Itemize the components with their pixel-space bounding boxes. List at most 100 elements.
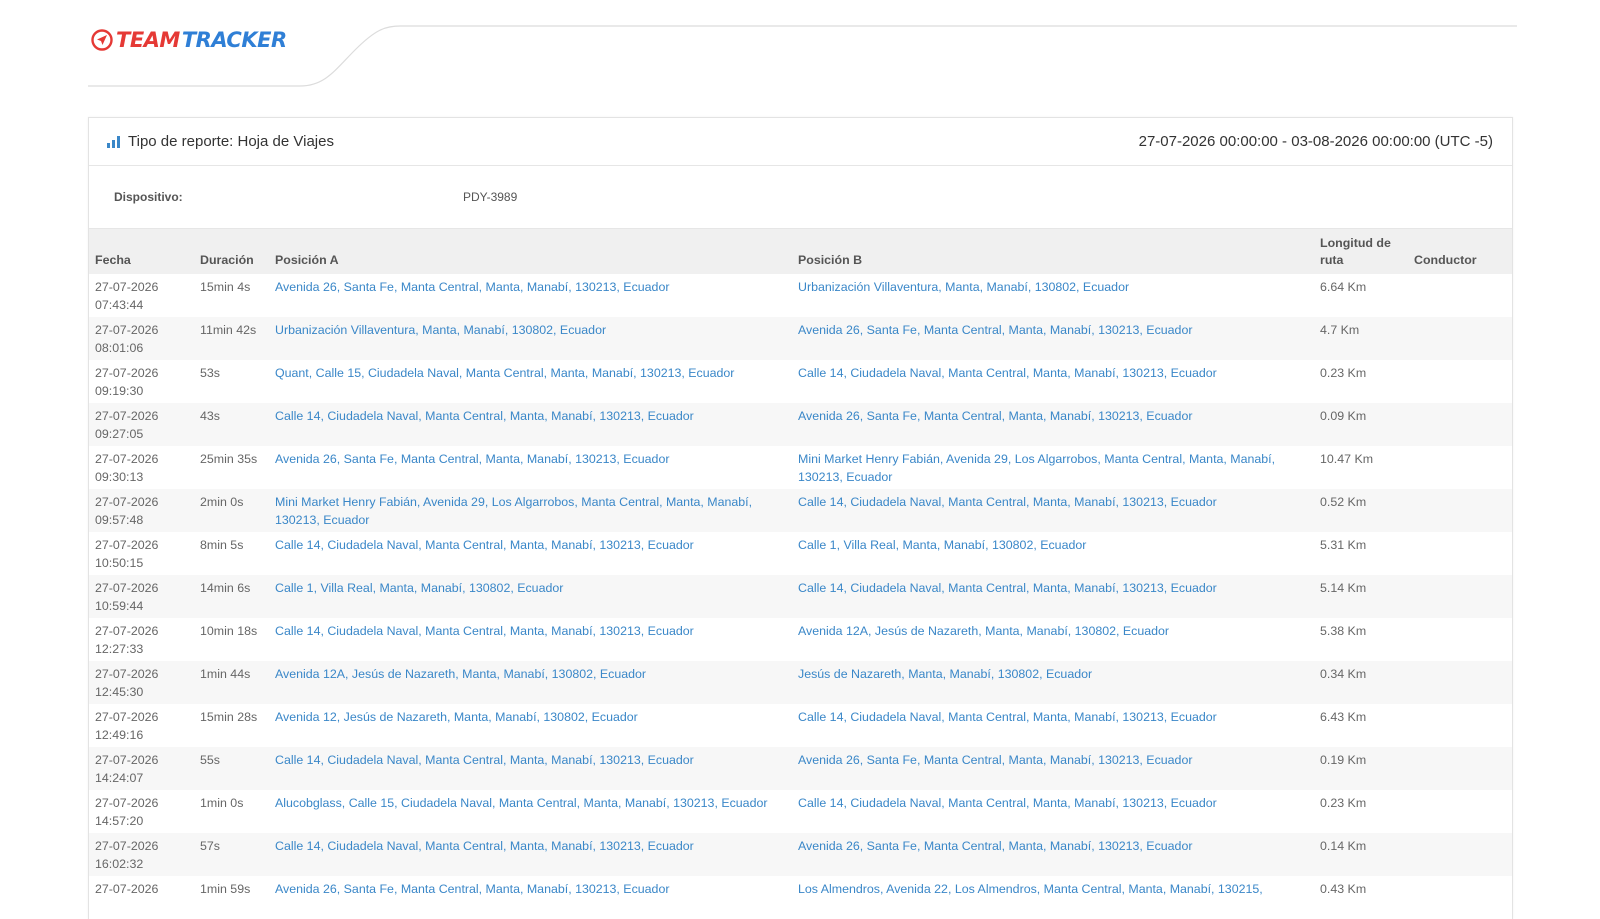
cell-posicion-b[interactable]: Calle 14, Ciudadela Naval, Manta Central… xyxy=(792,360,1314,403)
trips-table: Fecha Duración Posición A Posición B Lon… xyxy=(89,229,1512,919)
cell-time: 09:57:48 xyxy=(95,513,144,527)
cell-posicion-b[interactable]: Calle 14, Ciudadela Naval, Manta Central… xyxy=(792,704,1314,747)
cell-conductor xyxy=(1408,876,1512,919)
cell-posicion-a[interactable]: Calle 14, Ciudadela Naval, Manta Central… xyxy=(269,747,792,790)
cell-longitud: 4.7 Km xyxy=(1314,317,1408,360)
cell-posicion-a[interactable]: Calle 14, Ciudadela Naval, Manta Central… xyxy=(269,532,792,575)
cell-posicion-b[interactable]: Avenida 12A, Jesús de Nazareth, Manta, M… xyxy=(792,618,1314,661)
cell-posicion-b[interactable]: Jesús de Nazareth, Manta, Manabí, 130802… xyxy=(792,661,1314,704)
cell-fecha: 27-07-2026 08:01:06 xyxy=(89,317,194,360)
cell-date: 27-07-2026 xyxy=(95,624,159,638)
cell-posicion-a[interactable]: Avenida 26, Santa Fe, Manta Central, Man… xyxy=(269,274,792,317)
cell-duracion: 8min 5s xyxy=(200,538,244,552)
table-row: 27-07-2026 14:24:07 55s Calle 14, Ciudadela… xyxy=(89,747,1512,790)
cell-posicion-a[interactable]: Avenida 26, Santa Fe, Manta Central, Man… xyxy=(269,446,792,489)
cell-fecha: 27-07-2026 10:59:44 xyxy=(89,575,194,618)
col-longitud[interactable]: Longitud de ruta xyxy=(1314,229,1408,274)
cell-posicion-b[interactable]: Calle 14, Ciudadela Naval, Manta Central… xyxy=(792,489,1314,532)
cell-date: 27-07-2026 xyxy=(95,796,159,810)
cell-time: 14:24:07 xyxy=(95,771,144,785)
compass-icon xyxy=(91,29,113,51)
table-row: 27-07-2026 12:27:33 10min 18s Calle 14, Ciu… xyxy=(89,618,1512,661)
cell-time: 08:01:06 xyxy=(95,341,144,355)
cell-fecha: 27-07-2026 09:19:30 xyxy=(89,360,194,403)
cell-posicion-a[interactable]: Calle 14, Ciudadela Naval, Manta Central… xyxy=(269,618,792,661)
cell-conductor xyxy=(1408,489,1512,532)
cell-duracion: 25min 35s xyxy=(200,452,258,466)
cell-fecha: 27-07-2026 xyxy=(89,876,194,919)
report-panel: Tipo de reporte: Hoja de Viajes 27-07-20… xyxy=(88,117,1513,919)
cell-fecha: 27-07-2026 09:30:13 xyxy=(89,446,194,489)
table-row: 27-07-2026 1min 59s Avenida 26, Santa Fe, … xyxy=(89,876,1512,919)
table-row: 27-07-2026 09:19:30 53s Quant, Calle 15, Ci… xyxy=(89,360,1512,403)
cell-posicion-a[interactable]: Urbanización Villaventura, Manta, Manabí… xyxy=(269,317,792,360)
cell-posicion-b[interactable]: Los Almendros, Avenida 22, Los Almendros… xyxy=(792,876,1314,919)
bar-chart-icon xyxy=(107,135,120,148)
page-header: TEAM TRACKER xyxy=(0,0,1600,110)
cell-posicion-a[interactable]: Avenida 26, Santa Fe, Manta Central, Man… xyxy=(269,876,792,919)
cell-time: 07:43:44 xyxy=(95,298,144,312)
cell-posicion-b[interactable]: Avenida 26, Santa Fe, Manta Central, Man… xyxy=(792,317,1314,360)
table-row: 27-07-2026 16:02:32 57s Calle 14, Ciudadela… xyxy=(89,833,1512,876)
cell-date: 27-07-2026 xyxy=(95,452,159,466)
cell-posicion-b[interactable]: Calle 1, Villa Real, Manta, Manabí, 1308… xyxy=(792,532,1314,575)
col-conductor[interactable]: Conductor xyxy=(1408,229,1512,274)
table-row: 27-07-2026 09:30:13 25min 35s Avenida 26, S… xyxy=(89,446,1512,489)
cell-longitud: 5.14 Km xyxy=(1314,575,1408,618)
cell-longitud: 0.34 Km xyxy=(1314,661,1408,704)
cell-posicion-a[interactable]: Quant, Calle 15, Ciudadela Naval, Manta … xyxy=(269,360,792,403)
col-fecha[interactable]: Fecha xyxy=(89,229,194,274)
cell-longitud: 0.09 Km xyxy=(1314,403,1408,446)
cell-fecha: 27-07-2026 07:43:44 xyxy=(89,274,194,317)
cell-posicion-b[interactable]: Avenida 26, Santa Fe, Manta Central, Man… xyxy=(792,833,1314,876)
col-duracion[interactable]: Duración xyxy=(194,229,269,274)
cell-posicion-a[interactable]: Calle 1, Villa Real, Manta, Manabí, 1308… xyxy=(269,575,792,618)
device-value: PDY-3989 xyxy=(463,190,518,204)
report-type-label: Tipo de reporte: Hoja de Viajes xyxy=(128,133,334,150)
cell-posicion-b[interactable]: Avenida 26, Santa Fe, Manta Central, Man… xyxy=(792,747,1314,790)
cell-posicion-b[interactable]: Calle 14, Ciudadela Naval, Manta Central… xyxy=(792,575,1314,618)
cell-posicion-a[interactable]: Avenida 12A, Jesús de Nazareth, Manta, M… xyxy=(269,661,792,704)
cell-posicion-a[interactable]: Calle 14, Ciudadela Naval, Manta Central… xyxy=(269,833,792,876)
cell-date: 27-07-2026 xyxy=(95,710,159,724)
cell-longitud: 0.43 Km xyxy=(1320,882,1367,896)
cell-duracion: 2min 0s xyxy=(194,489,269,532)
cell-conductor xyxy=(1408,618,1512,661)
cell-date: 27-07-2026 xyxy=(95,667,159,681)
cell-fecha: 27-07-2026 12:49:16 xyxy=(89,704,194,747)
cell-posicion-a[interactable]: Mini Market Henry Fabián, Avenida 29, Lo… xyxy=(269,489,792,532)
device-label: Dispositivo: xyxy=(114,190,183,204)
cell-longitud: 0.23 Km xyxy=(1320,366,1367,380)
cell-conductor xyxy=(1408,446,1512,489)
teamtracker-logo[interactable]: TEAM TRACKER xyxy=(90,28,287,52)
table-row: 27-07-2026 08:01:06 11min 42s Urbanización … xyxy=(89,317,1512,360)
cell-time: 10:59:44 xyxy=(95,599,144,613)
cell-fecha: 27-07-2026 12:45:30 xyxy=(89,661,194,704)
cell-time: 09:27:05 xyxy=(95,427,144,441)
cell-date: 27-07-2026 xyxy=(95,581,159,595)
cell-posicion-a[interactable]: Avenida 12, Jesús de Nazareth, Manta, Ma… xyxy=(269,704,792,747)
table-header-row: Fecha Duración Posición A Posición B Lon… xyxy=(89,229,1512,274)
cell-longitud: 0.14 Km xyxy=(1314,833,1408,876)
cell-posicion-b[interactable]: Avenida 26, Santa Fe, Manta Central, Man… xyxy=(792,403,1314,446)
cell-duracion: 11min 42s xyxy=(194,317,269,360)
col-posicion-a[interactable]: Posición A xyxy=(269,229,792,274)
cell-posicion-b[interactable]: Calle 14, Ciudadela Naval, Manta Central… xyxy=(792,790,1314,833)
cell-fecha: 27-07-2026 14:57:20 xyxy=(89,790,194,833)
cell-posicion-b[interactable]: Mini Market Henry Fabián, Avenida 29, Lo… xyxy=(792,446,1314,489)
cell-date: 27-07-2026 xyxy=(95,839,159,853)
cell-fecha: 27-07-2026 09:57:48 xyxy=(89,489,194,532)
cell-date: 27-07-2026 xyxy=(95,538,159,552)
cell-posicion-a[interactable]: Calle 14, Ciudadela Naval, Manta Central… xyxy=(269,403,792,446)
cell-date: 27-07-2026 xyxy=(95,753,159,767)
cell-date: 27-07-2026 xyxy=(95,323,159,337)
trips-table-container: Fecha Duración Posición A Posición B Lon… xyxy=(89,229,1512,919)
col-posicion-b[interactable]: Posición B xyxy=(792,229,1314,274)
cell-posicion-a[interactable]: Alucobglass, Calle 15, Ciudadela Naval, … xyxy=(269,790,792,833)
cell-conductor xyxy=(1408,833,1512,876)
col-longitud-line2: ruta xyxy=(1320,253,1344,267)
cell-conductor xyxy=(1408,532,1512,575)
logo-team-text: TEAM xyxy=(116,28,180,52)
cell-posicion-b[interactable]: Urbanización Villaventura, Manta, Manabí… xyxy=(792,274,1314,317)
cell-date: 27-07-2026 xyxy=(95,882,159,896)
